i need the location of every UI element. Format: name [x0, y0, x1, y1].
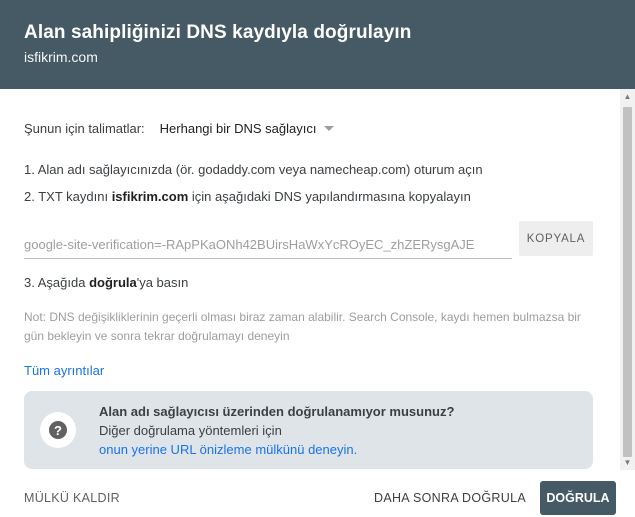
step-3-prefix: 3. Aşağıda [24, 275, 90, 290]
remove-property-button[interactable]: MÜLKÜ KALDIR [24, 491, 120, 505]
txt-record-field[interactable]: google-site-verification=-RApPKaONh42BUi… [24, 232, 512, 259]
dialog-title: Alan sahipliğinizi DNS kaydıyla doğrulay… [24, 22, 412, 43]
property-domain: isfikrim.com [24, 49, 98, 65]
question-glyph: ? [49, 421, 67, 439]
info-text: Diğer doğrulama yöntemleri için [99, 423, 282, 438]
info-title: Alan adı sağlayıcısı üzerinden doğrulana… [99, 404, 455, 419]
alternative-verification-box: ? Alan adı sağlayıcısı üzerinden doğrula… [24, 391, 593, 469]
instructions-row: Şunun için talimatlar: Herhangi bir DNS … [24, 121, 335, 136]
verify-later-button[interactable]: DAHA SONRA DOĞRULA [374, 491, 526, 505]
step-3: 3. Aşağıda doğrula'ya basın [24, 274, 188, 292]
scroll-down-arrow-icon[interactable]: ▼ [620, 455, 635, 470]
provider-value: Herhangi bir DNS sağlayıcı [159, 121, 317, 136]
step-2-suffix: için aşağıdaki DNS yapılandırmasına kopy… [188, 189, 471, 204]
scroll-up-arrow-icon[interactable]: ▲ [620, 89, 635, 104]
scrollbar-thumb[interactable] [623, 107, 632, 457]
dialog-footer: MÜLKÜ KALDIR DAHA SONRA DOĞRULA DOĞRULA [0, 470, 635, 517]
step-1: 1. Alan adı sağlayıcınızda (ör. godaddy.… [24, 162, 483, 177]
step-2-prefix: 2. TXT kaydını [24, 189, 112, 204]
verify-button[interactable]: DOĞRULA [540, 481, 616, 515]
copy-button[interactable]: KOPYALA [519, 221, 593, 256]
step-3-suffix: 'ya basın [136, 275, 189, 290]
instructions-label: Şunun için talimatlar: [24, 121, 145, 136]
dns-note: Not: DNS değişikliklerinin geçerli olmas… [24, 310, 581, 343]
question-icon: ? [40, 412, 76, 448]
dialog-body: Şunun için talimatlar: Herhangi bir DNS … [0, 89, 620, 470]
chevron-down-icon [324, 126, 335, 131]
provider-dropdown[interactable]: Herhangi bir DNS sağlayıcı [160, 121, 335, 136]
step-2-domain: isfikrim.com [111, 189, 189, 204]
step-3-verify-word: doğrula [89, 275, 137, 290]
all-details-link[interactable]: Tüm ayrıntılar [24, 363, 104, 378]
step-2: 2. TXT kaydını isfikrim.com için aşağıda… [24, 188, 471, 206]
verify-dns-dialog: Alan sahipliğinizi DNS kaydıyla doğrulay… [0, 0, 635, 517]
scrollbar[interactable]: ▲ ▼ [620, 89, 635, 470]
url-prefix-link[interactable]: onun yerine URL önizleme mülkünü deneyin… [99, 442, 357, 457]
dialog-header: Alan sahipliğinizi DNS kaydıyla doğrulay… [0, 0, 635, 89]
